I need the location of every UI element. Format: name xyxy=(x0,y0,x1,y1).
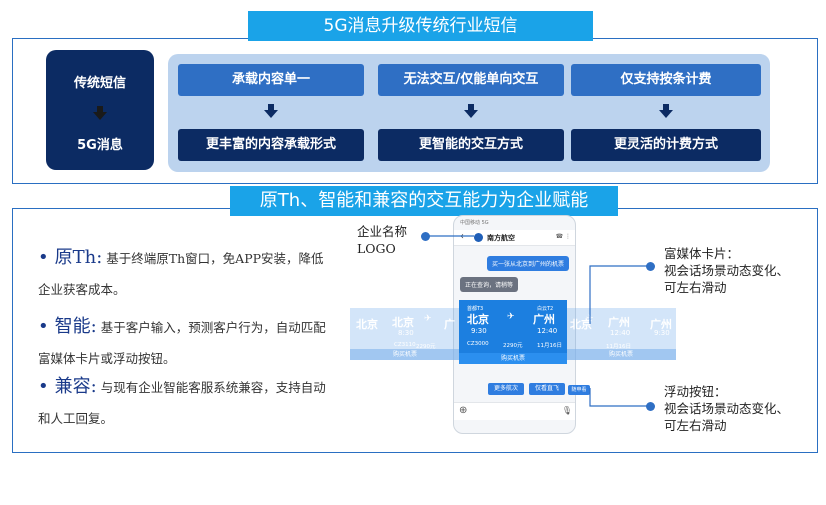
arrow-down-icon xyxy=(264,104,278,118)
ticket-price: 2290元 xyxy=(503,343,523,349)
arrival-city: 广州 xyxy=(533,313,555,326)
extra-chip[interactable]: 随申看 xyxy=(568,385,590,395)
chat-header: ‹ 南方航空 ☎ ⋮ xyxy=(454,230,575,246)
traditional-sms-label: 传统短信 xyxy=(73,76,126,91)
float-button-annotation: 浮动按钮： 视会话场景动态变化、 可左右滑动 xyxy=(664,383,789,434)
annotation-line: 企业名称 xyxy=(357,224,408,239)
buy-ticket-button[interactable]: 购买机票 xyxy=(566,349,676,360)
annotation-line: 可左右滑动 xyxy=(664,418,727,433)
airline-logo-icon xyxy=(474,233,483,242)
limitation-box: 无法交互/仅能单向交互 xyxy=(378,64,564,96)
message-input-bar[interactable]: ⊕ 🎙 xyxy=(454,402,575,420)
card-flight: CZ3110 xyxy=(394,342,416,348)
feature-native: • 原Th: 基于终端原Th窗口，免APP安装，降低企业获客成本。 xyxy=(38,242,328,305)
arrow-down-icon xyxy=(464,104,478,118)
annotation-line: 浮动按钮： xyxy=(664,384,727,399)
card-city: 广 xyxy=(444,318,455,331)
buy-ticket-button[interactable]: 购买机票 xyxy=(350,349,460,360)
feature-compatible: • 兼容: 与现有企业智能客服系统兼容，支持自动和人工回复。 xyxy=(38,371,328,434)
more-flights-chip[interactable]: 更多航次 xyxy=(488,383,524,395)
brand-annotation: 企业名称 LOGO xyxy=(357,223,407,257)
annotation-dot xyxy=(646,402,655,411)
upgrade-box: 更丰富的内容承载形式 xyxy=(178,129,364,161)
annotation-dot xyxy=(646,262,655,271)
user-message-bubble: 买一张从北京到广州的机票 xyxy=(486,256,569,271)
bullet-icon: • xyxy=(38,316,49,337)
bullet-icon: • xyxy=(38,376,49,397)
limitation-box: 仅支持按条计费 xyxy=(571,64,761,96)
plane-icon: ✈ xyxy=(424,314,432,324)
brand-name: 南方航空 xyxy=(487,234,515,242)
sms-to-5g-panel: 传统短信 5G消息 xyxy=(46,50,154,170)
annotation-line: 富媒体卡片： xyxy=(664,246,740,261)
rich-card-next[interactable]: 北京 广州 广州 12:40 9:30 ✈ 11月16日 购买机票 xyxy=(566,308,676,360)
card-city: 北京 xyxy=(356,318,378,331)
annotation-line: 视会话场景动态变化、 xyxy=(664,263,790,278)
card-city: 北京 xyxy=(392,316,414,329)
bot-message-bubble: 正在查询，请稍等 xyxy=(460,277,519,292)
annotation-line: 视会话场景动态变化、 xyxy=(664,401,790,416)
card-time: 9:30 xyxy=(654,329,670,337)
card-time: 8:30 xyxy=(398,329,414,337)
upgrade-box: 更灵活的计费方式 xyxy=(571,129,761,161)
header-actions-icon[interactable]: ☎ ⋮ xyxy=(556,233,571,240)
plane-icon: ✈ xyxy=(507,312,515,322)
bullet-icon: • xyxy=(38,247,49,268)
upgrade-box: 更智能的交互方式 xyxy=(378,129,564,161)
departure-city: 北京 xyxy=(467,313,489,326)
flight-number: CZ3000 xyxy=(467,341,489,347)
annotation-line: LOGO xyxy=(357,241,396,256)
plane-icon: ✈ xyxy=(586,314,594,324)
upgrade-comparison-panel: 承载内容单一 无法交互/仅能单向交互 仅支持按条计费 更丰富的内容承载形式 更智… xyxy=(168,54,770,172)
departure-time: 9:30 xyxy=(471,327,487,335)
flight-date: 11月16日 xyxy=(537,343,562,349)
top-section-title: 5G消息升级传统行业短信 xyxy=(248,11,593,41)
mic-icon[interactable]: 🎙 xyxy=(562,406,572,415)
status-bar: 中国移动 5G xyxy=(460,220,489,226)
limitation-box: 承载内容单一 xyxy=(178,64,364,96)
rich-card-annotation: 富媒体卡片： 视会话场景动态变化、 可左右滑动 xyxy=(664,245,789,296)
card-city: 广州 xyxy=(608,316,630,329)
card-time: 12:40 xyxy=(610,329,631,337)
feature-smart: • 智能: 基于客户输入，预测客户行为，自动匹配富媒体卡片或浮动按钮。 xyxy=(38,311,328,374)
feature-head: 兼容: xyxy=(54,376,97,397)
feature-head: 原Th: xyxy=(54,247,103,268)
annotation-dot xyxy=(421,232,430,241)
direct-only-chip[interactable]: 仅看直飞 xyxy=(529,383,565,395)
arrow-down-icon xyxy=(659,104,673,118)
feature-head: 智能: xyxy=(54,316,97,337)
bottom-section-title: 原Th、智能和兼容的交互能力为企业赋能 xyxy=(230,186,618,216)
rich-card-prev[interactable]: 北京 北京 广 8:30 ✈ CZ3110 2290元 购买机票 xyxy=(350,308,460,360)
plus-icon[interactable]: ⊕ xyxy=(459,405,467,416)
annotation-line: 可左右滑动 xyxy=(664,280,727,295)
arrow-down-icon xyxy=(93,106,107,120)
arrival-time: 12:40 xyxy=(537,327,558,335)
buy-ticket-button[interactable]: 购买机票 xyxy=(459,353,567,364)
back-arrow-icon[interactable]: ‹ xyxy=(460,231,464,242)
5g-message-label: 5G消息 xyxy=(77,138,123,153)
rich-media-card[interactable]: 首都T3 白云T2 北京 ✈ 广州 9:30 12:40 CZ3000 2290… xyxy=(459,300,567,364)
